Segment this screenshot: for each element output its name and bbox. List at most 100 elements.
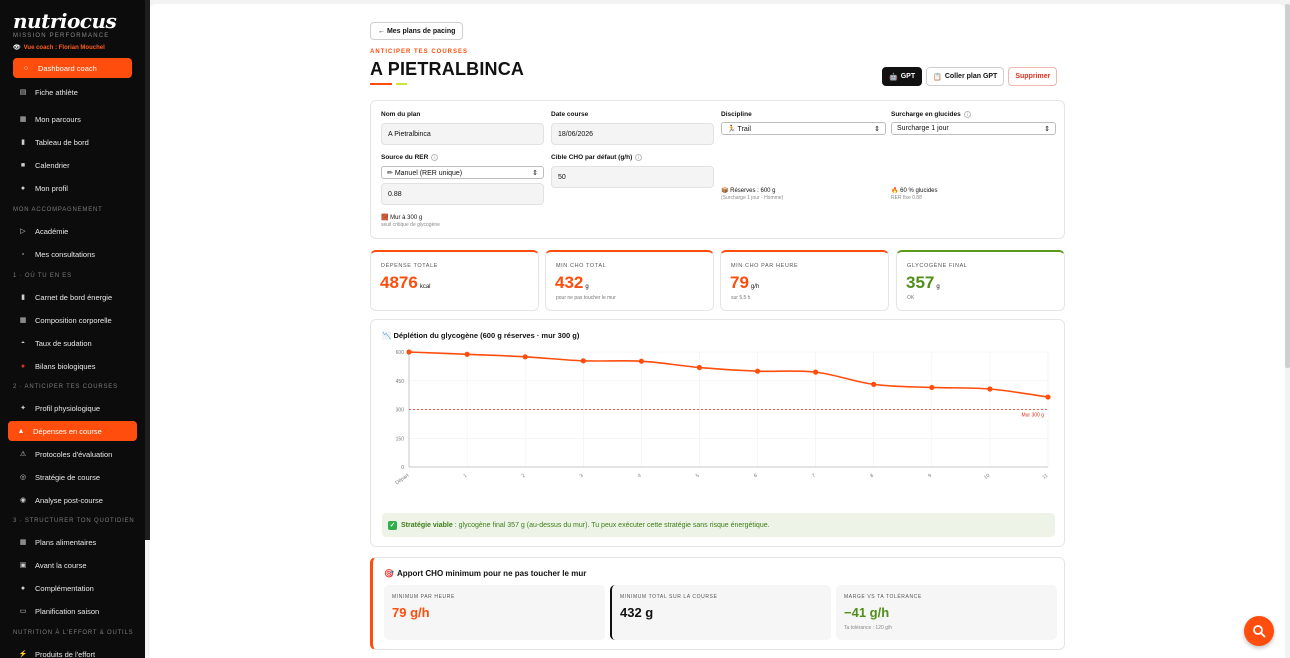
plan-name-input[interactable]: A Pietralbinca [381, 123, 544, 145]
rer-value-input[interactable]: 0.88 [381, 183, 544, 205]
cho-target-label-text: Cible CHO par défaut (g/h) [551, 154, 633, 161]
gpt-button[interactable]: 🤖 GPT [882, 67, 923, 86]
glycogen-data-point [987, 386, 993, 392]
glucides-text: 60 % glucides [900, 188, 938, 194]
sidebar-item-analyse-post-course[interactable]: ◉ Analyse post-course [13, 490, 132, 510]
glycogen-data-point [696, 364, 703, 371]
race-date-input[interactable]: 18/06/2026 [551, 123, 714, 145]
back-to-plans-button[interactable]: ← Mes plans de pacing [370, 22, 464, 40]
sidebar-item-bilans-biologiques[interactable]: ● Bilans biologiques [13, 356, 132, 376]
wall-note: 🧱 Mur à 300 g seuil critique de glycogène [381, 214, 440, 228]
discipline-label: Discipline [721, 111, 752, 118]
reserves-sub: (Surcharge 1 jour · Homme) [721, 195, 784, 201]
sidebar-item-label: Bilans biologiques [35, 361, 96, 371]
delete-button[interactable]: Supprimer [1008, 67, 1058, 86]
pill-icon: ● [20, 584, 26, 592]
rer-source-label: Source du RER i [381, 154, 439, 161]
x-tick-label: 8 [869, 473, 875, 480]
sidebar-item-academie[interactable]: ▷ Académie [13, 221, 132, 241]
rer-source-select[interactable]: ✏ Manuel (RER unique) ⇕ [381, 166, 544, 179]
stat-number: 79 [730, 273, 749, 292]
sidebar-item-strategie-course[interactable]: ◎ Stratégie de course [13, 467, 132, 487]
wall-reference-label: Mur 300 g [1021, 413, 1044, 419]
cho-box-value: 432 g [620, 605, 654, 620]
cho-box-min-total: MINIMUM TOTAL SUR LA COURSE 432 g [610, 585, 831, 640]
sidebar-item-label: Calendrier [35, 160, 70, 170]
chevron-updown-icon: ⇕ [532, 169, 538, 177]
cho-box-label: MINIMUM TOTAL SUR LA COURSE [620, 594, 718, 600]
cho-title-text: Apport CHO minimum pour ne pas toucher l… [396, 569, 587, 578]
sidebar-section-2: 2 · ANTICIPER TES COURSES [13, 384, 118, 390]
y-tick-label: 150 [396, 436, 405, 442]
carb-load-select[interactable]: Surcharge 1 jour ⇕ [891, 122, 1056, 135]
sidebar-item-complementation[interactable]: ● Complémentation [13, 578, 132, 598]
sidebar: nutriocus MISSION PERFORMANCE 👁 Vue coach… [0, 0, 145, 658]
sidebar-item-label: Stratégie de course [35, 472, 101, 482]
discipline-select[interactable]: 🏃 Trail ⇕ [721, 122, 886, 135]
info-icon[interactable]: i [963, 111, 971, 118]
bolt-icon: ⚡ [18, 651, 28, 658]
sidebar-item-label: Composition corporelle [35, 315, 112, 325]
sidebar-item-mon-parcours[interactable]: ▦ Mon parcours [13, 109, 132, 129]
plate-icon: ▦ [19, 539, 27, 546]
wall-sub: seuil critique de glycogène [381, 222, 440, 228]
sidebar-item-taux-sudation[interactable]: ◓ Taux de sudation [13, 333, 132, 353]
app-logo[interactable]: nutriocus [13, 9, 117, 33]
sidebar-item-label: Planification saison [35, 606, 100, 616]
cho-target-input[interactable]: 50 [551, 166, 714, 188]
glycogen-series-line [408, 351, 1049, 398]
sidebar-item-label: Mon profil [35, 183, 68, 193]
sidebar-item-label: Analyse post-course [35, 495, 103, 505]
reserves-note: 📦 Réserves : 600 g (Surcharge 1 jour · Ho… [721, 187, 783, 201]
season-icon: ▭ [19, 608, 27, 615]
sidebar-item-mon-profil[interactable]: ● Mon profil [13, 178, 132, 198]
sidebar-item-label: Taux de sudation [35, 338, 92, 348]
x-tick-label: 2 [521, 473, 527, 480]
info-icon[interactable]: i [431, 154, 439, 161]
sidebar-item-label: Tableau de bord [35, 137, 89, 147]
discipline-value: Trail [737, 125, 751, 133]
sidebar-section-3: 3 · STRUCTURER TON QUOTIDIEN [13, 518, 135, 524]
glucides-sub: RER fixe 0.88 [891, 195, 922, 201]
sidebar-item-carnet-energie[interactable]: ▮ Carnet de bord énergie [13, 287, 132, 307]
sidebar-item-profil-physiologique[interactable]: ✦ Profil physiologique [13, 398, 132, 418]
sidebar-item-produits-effort[interactable]: ⚡ Produits de l'effort [13, 644, 132, 658]
sidebar-item-fiche-athlete[interactable]: ▤ Fiche athlète [13, 82, 132, 102]
page-eyebrow: ANTICIPER TES COURSES [370, 49, 469, 55]
stat-value: 4876 kcal [380, 273, 431, 293]
grid-icon: ▦ [19, 317, 27, 324]
sidebar-item-protocoles-evaluation[interactable]: ⚠ Protocoles d'évaluation [13, 444, 132, 464]
sidebar-item-calendrier[interactable]: ■ Calendrier [13, 155, 132, 175]
stat-card-depense-totale: DÉPENSE TOTALE 4876 kcal [370, 250, 539, 311]
sidebar-item-avant-la-course[interactable]: ▣ Avant la course [13, 555, 132, 575]
info-icon[interactable]: i [635, 154, 643, 161]
stat-number: 432 [555, 273, 584, 292]
flame-icon: ▲ [17, 427, 25, 435]
stat-label: MIN CHO TOTAL [556, 263, 607, 269]
carb-load-value: Surcharge 1 jour [897, 125, 949, 132]
x-tick-label: 1 [463, 473, 469, 480]
sidebar-item-tableau-de-bord[interactable]: ▮ Tableau de bord [13, 132, 132, 152]
sidebar-item-depenses-en-course[interactable]: ▲ Dépenses en course [8, 421, 137, 441]
rer-source-value: Manuel (RER unique) [394, 169, 463, 177]
main-scrollbar[interactable] [1285, 4, 1290, 368]
sidebar-item-planification-saison[interactable]: ▭ Planification saison [13, 601, 132, 621]
sidebar-item-label: Produits de l'effort [35, 649, 96, 658]
floating-search-button[interactable] [1244, 616, 1274, 646]
paste-gpt-plan-button[interactable]: 📋 Coller plan GPT [926, 67, 1005, 86]
cho-box-label: MARGE VS TA TOLÉRANCE [844, 594, 922, 600]
viable-strong: Stratégie viable [401, 521, 453, 529]
sidebar-item-composition-corporelle[interactable]: ▦ Composition corporelle [13, 310, 132, 330]
sidebar-item-dashboard-coach[interactable]: ○ Dashboard coach [13, 58, 132, 78]
wall-text: Mur à 300 g [390, 215, 423, 221]
sidebar-item-mes-consultations[interactable]: ▫ Mes consultations [13, 244, 132, 264]
sidebar-item-label: Avant la course [35, 560, 87, 570]
x-tick-label: 11 [1041, 473, 1049, 481]
play-icon: ▷ [20, 228, 26, 235]
blood-icon: ● [20, 362, 26, 370]
sidebar-item-plans-alimentaires[interactable]: ▦ Plans alimentaires [13, 532, 132, 552]
paste-button-label: Coller plan GPT [944, 73, 998, 80]
sidebar-item-label: Mon parcours [35, 114, 81, 124]
gpt-button-label: GPT [900, 73, 916, 80]
sidebar-item-label: Académie [35, 226, 69, 236]
